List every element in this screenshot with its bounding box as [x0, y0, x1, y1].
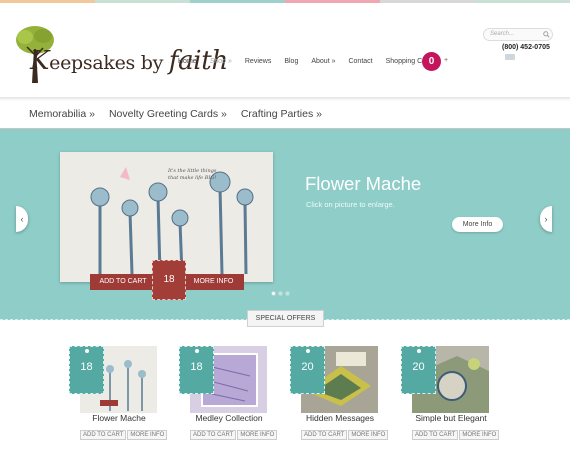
chevron-right-icon: ›: [544, 214, 548, 224]
slider-dot[interactable]: [271, 291, 276, 296]
logo-initial: K: [30, 46, 50, 76]
social-icon[interactable]: [505, 54, 515, 60]
slide-price-tag: 18: [152, 260, 186, 300]
cart-count-badge[interactable]: 0: [422, 52, 441, 71]
nav-shop[interactable]: Shop »: [210, 58, 232, 65]
svg-text:It's the little things: It's the little things: [167, 168, 217, 174]
slide-subtitle: Click on picture to enlarge.: [306, 200, 395, 209]
slide-more-info-button[interactable]: More Info: [452, 217, 503, 232]
more-info-button[interactable]: MORE INFO: [237, 430, 278, 440]
category-greeting-cards[interactable]: Novelty Greeting Cards »: [109, 108, 227, 120]
cart-expand[interactable]: +: [444, 57, 448, 64]
nav-home[interactable]: Home: [178, 58, 197, 65]
nav-reviews[interactable]: Reviews: [245, 58, 271, 65]
add-to-cart-button[interactable]: ADD TO CART: [412, 430, 459, 440]
product-name[interactable]: Flower Mache: [69, 413, 169, 423]
header-divider: [0, 97, 570, 101]
logo-text: eepsakes by: [49, 52, 169, 74]
more-info-button[interactable]: MORE INFO: [459, 430, 500, 440]
nav-blog[interactable]: Blog: [284, 58, 298, 65]
special-offers-label[interactable]: SPECIAL OFFERS: [247, 310, 324, 327]
product-name[interactable]: Hidden Messages: [290, 413, 390, 423]
product-price-tag: 18: [69, 346, 104, 394]
svg-text:that make life BIG!: that make life BIG!: [168, 175, 216, 181]
add-to-cart-button[interactable]: ADD TO CART: [80, 430, 127, 440]
product-price-tag: 20: [290, 346, 325, 394]
product-name[interactable]: Simple but Elegant: [401, 413, 501, 423]
more-info-button[interactable]: MORE INFO: [348, 430, 389, 440]
category-crafting-parties[interactable]: Crafting Parties »: [241, 108, 322, 120]
slide-more-info-link[interactable]: MORE INFO: [183, 274, 244, 290]
product-price-tag: 20: [401, 346, 436, 394]
slide-title: Flower Mache: [305, 173, 422, 194]
slider-dots: [271, 291, 292, 296]
slider-dot[interactable]: [278, 291, 283, 296]
slider-dot[interactable]: [285, 291, 290, 296]
nav-about[interactable]: About »: [311, 58, 335, 65]
chevron-left-icon: ‹: [20, 214, 24, 224]
nav-contact[interactable]: Contact: [348, 58, 372, 65]
category-memorabilia[interactable]: Memorabilia »: [29, 108, 95, 120]
more-info-button[interactable]: MORE INFO: [127, 430, 168, 440]
category-nav: Memorabilia » Novelty Greeting Cards » C…: [29, 108, 336, 120]
add-to-cart-button[interactable]: ADD TO CART: [190, 430, 237, 440]
main-nav: Home Shop » Reviews Blog About » Contact…: [178, 58, 443, 65]
slide-add-to-cart-button[interactable]: ADD TO CART: [90, 274, 156, 290]
search-icon[interactable]: [543, 31, 550, 38]
product-price-tag: 18: [179, 346, 214, 394]
phone-number: (800) 452-0705: [502, 44, 550, 51]
add-to-cart-button[interactable]: ADD TO CART: [301, 430, 348, 440]
product-name[interactable]: Medley Collection: [179, 413, 279, 423]
